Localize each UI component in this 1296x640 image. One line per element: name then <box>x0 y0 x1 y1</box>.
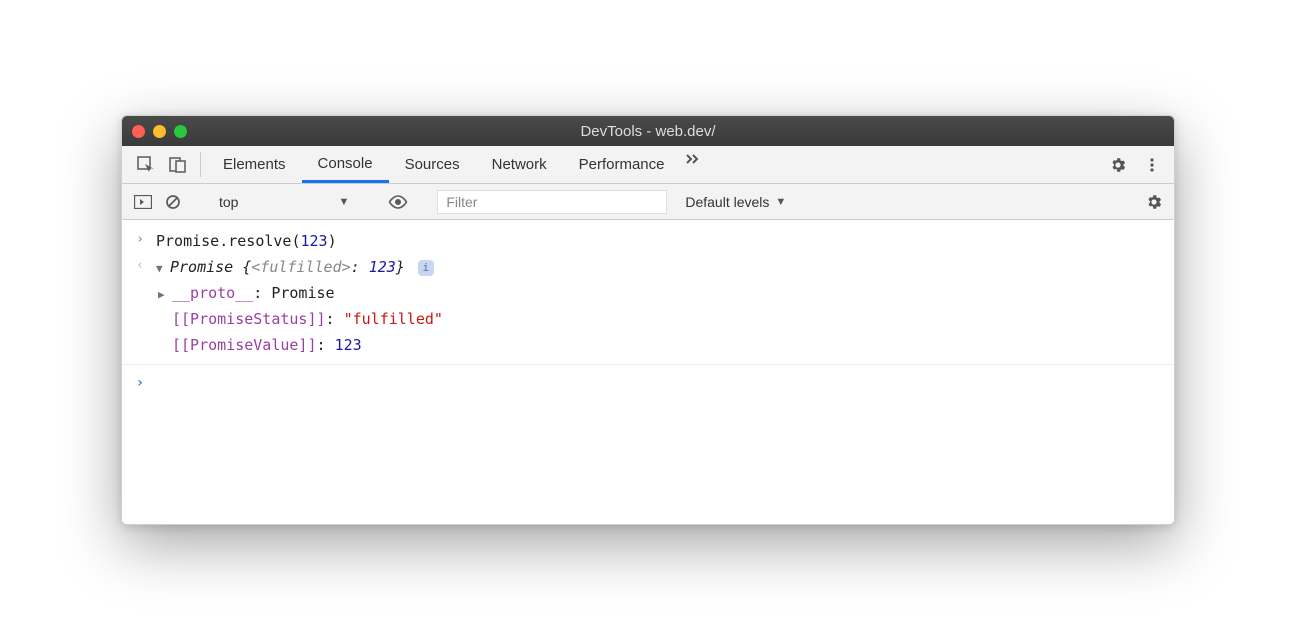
zoom-window-button[interactable] <box>174 125 187 138</box>
toggle-sidebar-icon[interactable] <box>132 195 154 209</box>
devtools-window: DevTools - web.dev/ Elements Console Sou… <box>121 115 1175 525</box>
live-expression-icon[interactable] <box>388 195 408 209</box>
caret-down-icon: ▼ <box>338 196 349 208</box>
minimize-window-button[interactable] <box>153 125 166 138</box>
log-levels-selector[interactable]: Default levels ▼ <box>675 194 796 210</box>
log-levels-label: Default levels <box>685 194 769 210</box>
result-status-row[interactable]: [[PromiseStatus]]: "fulfilled" <box>122 306 1174 332</box>
prompt-icon: › <box>130 375 150 391</box>
info-badge-icon[interactable]: i <box>418 260 434 276</box>
window-title: DevTools - web.dev/ <box>122 123 1174 140</box>
filter-input[interactable] <box>437 190 667 214</box>
input-code: Promise.resolve(123) <box>156 232 337 250</box>
close-window-button[interactable] <box>132 125 145 138</box>
tab-sources[interactable]: Sources <box>389 146 476 183</box>
console-result[interactable]: › ▼Promise {<fulfilled>: 123} i <box>122 254 1174 280</box>
traffic-lights <box>132 125 187 138</box>
more-options-icon[interactable] <box>1140 153 1164 177</box>
result-value-row[interactable]: [[PromiseValue]]: 123 <box>122 332 1174 358</box>
titlebar: DevTools - web.dev/ <box>122 116 1174 146</box>
inspect-element-icon[interactable] <box>130 146 162 183</box>
result-proto-row[interactable]: ▶__proto__: Promise <box>122 280 1174 306</box>
disclosure-down-icon[interactable]: ▼ <box>156 262 170 275</box>
clear-console-icon[interactable] <box>162 194 184 210</box>
caret-down-icon: ▼ <box>775 196 786 208</box>
console-settings-icon[interactable] <box>1142 190 1166 214</box>
divider <box>200 152 201 177</box>
tab-network[interactable]: Network <box>476 146 563 183</box>
separator <box>122 364 1174 365</box>
disclosure-right-icon[interactable]: ▶ <box>158 288 172 301</box>
console-toolbar: top ▼ Default levels ▼ <box>122 184 1174 220</box>
tab-console[interactable]: Console <box>302 146 389 183</box>
console-input-echo[interactable]: › Promise.resolve(123) <box>122 228 1174 254</box>
console-prompt[interactable]: › <box>122 371 1174 395</box>
tab-performance[interactable]: Performance <box>563 146 681 183</box>
context-selector[interactable]: top ▼ <box>213 192 359 212</box>
more-tabs-icon[interactable] <box>681 146 705 170</box>
tab-bar: Elements Console Sources Network Perform… <box>122 146 1174 184</box>
context-label: top <box>219 194 238 210</box>
tab-elements[interactable]: Elements <box>207 146 302 183</box>
device-toolbar-icon[interactable] <box>162 146 194 183</box>
result-summary: ▼Promise {<fulfilled>: 123} i <box>156 258 434 276</box>
settings-icon[interactable] <box>1106 153 1130 177</box>
input-marker-icon: › <box>130 232 150 247</box>
output-marker-icon: › <box>130 258 150 273</box>
console-output: › Promise.resolve(123) › ▼Promise {<fulf… <box>122 220 1174 524</box>
